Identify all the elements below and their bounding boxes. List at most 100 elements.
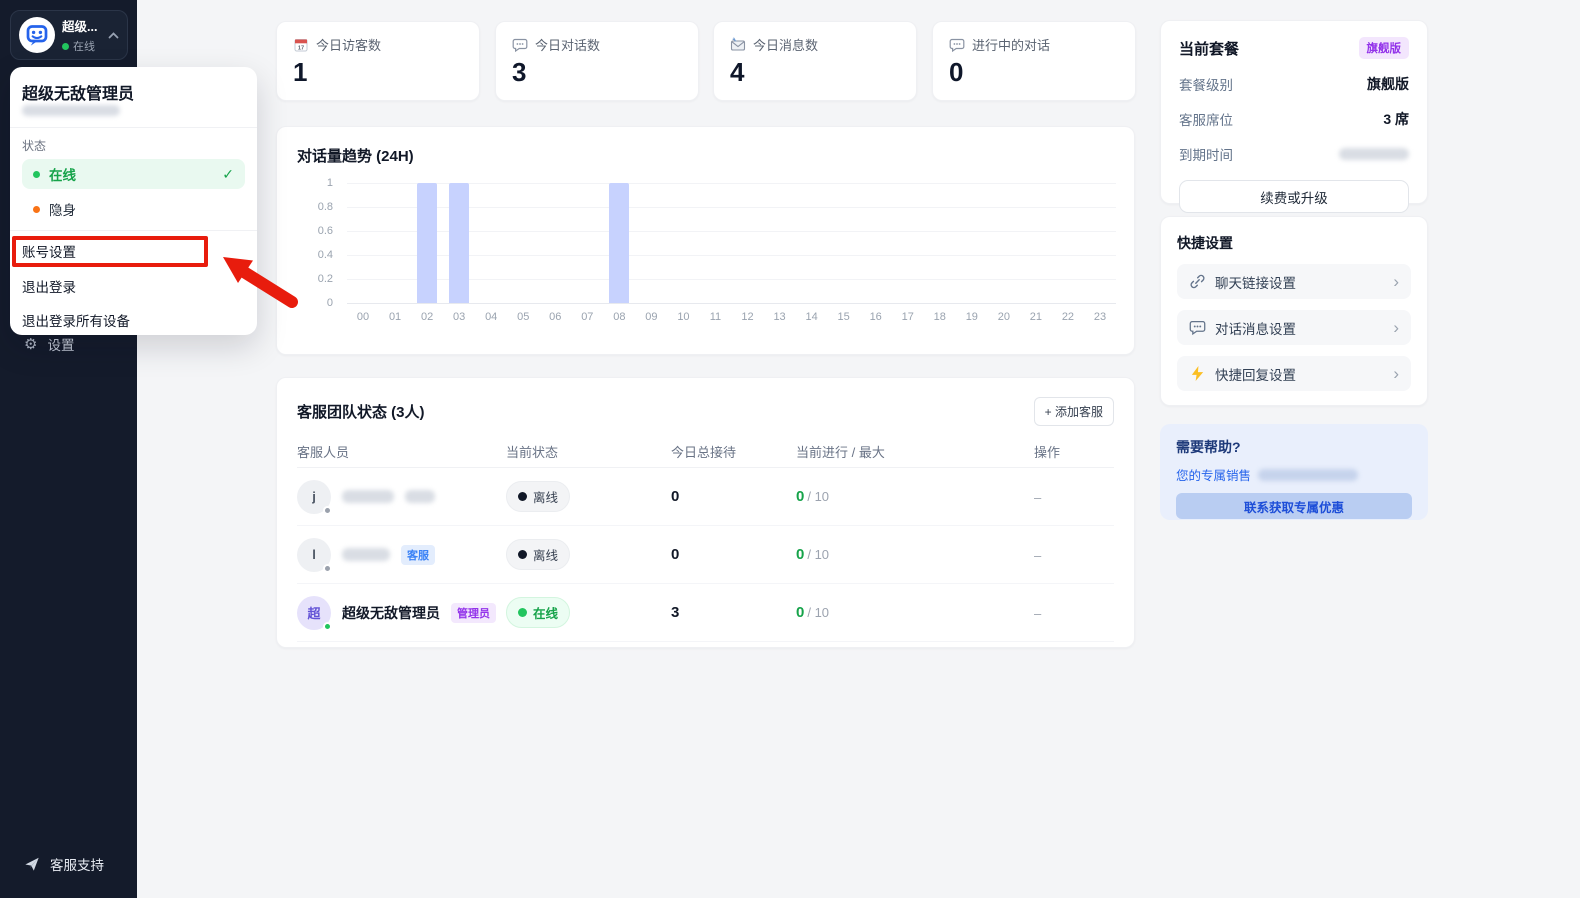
col-header-actions: 操作 (1034, 445, 1061, 460)
chart-y-axis: 0 0.2 0.4 0.6 0.8 1 (277, 177, 339, 309)
chevron-right-icon: › (1393, 364, 1399, 383)
chart-title: 对话量趋势 (24H) (297, 148, 414, 165)
x-axis-tick-label: 23 (1093, 311, 1107, 323)
sidebar-item-support[interactable]: 客服支持 (0, 852, 137, 876)
plan-title: 当前套餐 (1179, 40, 1240, 58)
sales-label: 您的专属销售 (1176, 469, 1252, 483)
stat-label: 进行中的对话 (972, 38, 1051, 53)
today-total-value: 0 (671, 546, 680, 563)
sidebar-user-button[interactable]: 超级... 在线 (10, 10, 128, 60)
online-status-dot (62, 42, 69, 50)
quick-item-label: 快捷回复设置 (1215, 367, 1296, 383)
contact-sales-button[interactable]: 联系获取专属优惠 (1176, 493, 1412, 519)
today-total-value: 0 (671, 488, 680, 505)
quick-item-conversation-messages[interactable]: 对话消息设置 › (1177, 310, 1411, 345)
redacted-sales-contact (1258, 468, 1359, 481)
menu-item-logout-all-devices[interactable]: 退出登录所有设备 (22, 306, 245, 334)
plan-level-label: 套餐级别 (1179, 78, 1233, 93)
stat-value: 0 (949, 57, 964, 87)
stat-label: 今日访客数 (316, 38, 382, 53)
status-option-invisible[interactable]: 隐身 (22, 194, 245, 224)
stat-label: 今日对话数 (535, 38, 601, 53)
calendar-icon: 17 (294, 38, 308, 51)
x-axis-tick-label: 01 (388, 311, 402, 323)
renew-upgrade-button[interactable]: 续费或升级 (1179, 180, 1409, 213)
current-value: 0 (796, 546, 805, 563)
x-axis-tick-label: 15 (837, 311, 850, 323)
chevron-up-icon (108, 31, 119, 38)
y-axis-tick-label: 0.6 (317, 225, 333, 237)
add-agent-button[interactable]: + 添加客服 (1033, 397, 1114, 426)
menu-item-logout[interactable]: 退出登录 (22, 272, 245, 300)
avatar: 超 (297, 595, 332, 631)
plan-seats-value: 3 席 (1383, 111, 1409, 127)
chat-bubble-icon (512, 38, 528, 52)
menu-item-account-settings[interactable]: 账号设置 (22, 237, 245, 265)
quick-item-chat-link[interactable]: 聊天链接设置 › (1177, 264, 1411, 299)
stat-card-active-conversations: 进行中的对话 0 (932, 21, 1136, 101)
divider (10, 230, 257, 231)
redacted-expire-date (1339, 148, 1409, 160)
chart-x-axis: 00 01 02 03 04 05 06 07 08 09 10 11 12 13 14 15 16 17 18 19… (347, 311, 1116, 325)
help-title: 需要帮助? (1176, 439, 1241, 455)
status-badge: 离线 (506, 481, 571, 512)
svg-text:17: 17 (298, 45, 304, 51)
action-placeholder: – (1034, 489, 1042, 505)
x-axis-tick-label: 16 (869, 311, 882, 323)
x-axis-tick-label: 17 (901, 311, 914, 323)
quick-settings-title: 快捷设置 (1177, 235, 1233, 251)
x-axis-tick-label: 09 (645, 311, 658, 323)
x-axis-tick-label: 07 (581, 311, 594, 323)
plan-expire-label: 到期时间 (1179, 148, 1233, 163)
help-card: 需要帮助? 您的专属销售 联系获取专属优惠 (1160, 424, 1428, 520)
x-axis-tick-label: 00 (356, 311, 370, 323)
action-placeholder: – (1034, 547, 1042, 563)
y-axis-tick-label: 0.8 (317, 201, 333, 213)
x-axis-tick-label: 20 (997, 311, 1010, 323)
gear-icon: ⚙ (24, 336, 38, 353)
current-value: 0 (796, 488, 805, 505)
chevron-right-icon: › (1393, 318, 1399, 337)
avatar: l (297, 537, 332, 573)
team-status-card: 客服团队状态 (3人) + 添加客服 客服人员 当前状态 今日总接待 当前进行 … (276, 377, 1135, 648)
chart-bar (449, 183, 470, 303)
status-option-online[interactable]: 在线 ✓ (22, 159, 245, 189)
plan-seats-label: 客服席位 (1179, 113, 1233, 128)
quick-item-quick-replies[interactable]: 快捷回复设置 › (1177, 356, 1411, 391)
status-section-label: 状态 (22, 139, 47, 153)
stat-card-visitors: 17 今日访客数 1 (276, 21, 480, 101)
chevron-right-icon: › (1393, 272, 1399, 291)
y-axis-tick-label: 0.2 (317, 273, 333, 285)
stat-value: 4 (730, 57, 745, 87)
chat-bubble-icon (1189, 321, 1206, 336)
quick-item-label: 对话消息设置 (1215, 321, 1296, 337)
invisible-status-dot (33, 205, 40, 213)
online-status-dot (323, 621, 332, 631)
max-value: / 10 (807, 547, 830, 562)
x-axis-tick-label: 13 (773, 311, 786, 323)
table-row: l 客服 离线 0 0/ 10 – (297, 526, 1114, 584)
current-value: 0 (796, 604, 805, 621)
x-axis-tick-label: 22 (1061, 311, 1075, 323)
x-axis-tick-label: 21 (1029, 311, 1043, 323)
quick-settings-card: 快捷设置 聊天链接设置 › 对话消息设置 › 快捷回复设置 › (1160, 216, 1428, 406)
today-total-value: 3 (671, 604, 680, 621)
x-axis-tick-label: 12 (741, 311, 754, 323)
paper-plane-icon (25, 857, 39, 871)
max-value: / 10 (807, 605, 830, 620)
divider (10, 127, 257, 128)
check-icon: ✓ (222, 165, 234, 182)
redacted-name (342, 548, 390, 561)
table-row: j 离线 0 0/ 10 – (297, 468, 1114, 526)
avatar: j (297, 479, 332, 515)
table-header-row: 客服人员 当前状态 今日总接待 当前进行 / 最大 操作 (297, 436, 1114, 468)
stat-value: 3 (512, 57, 527, 87)
stat-label: 今日消息数 (753, 38, 819, 53)
status-badge: 在线 (506, 597, 571, 628)
col-header-status: 当前状态 (506, 445, 559, 460)
offline-status-dot (323, 563, 332, 573)
link-icon (1190, 274, 1205, 289)
stat-value: 1 (293, 57, 308, 87)
sidebar-item-settings[interactable]: ⚙ 设置 (0, 332, 137, 356)
sidebar-user-meta: 超级... 在线 (62, 16, 101, 54)
